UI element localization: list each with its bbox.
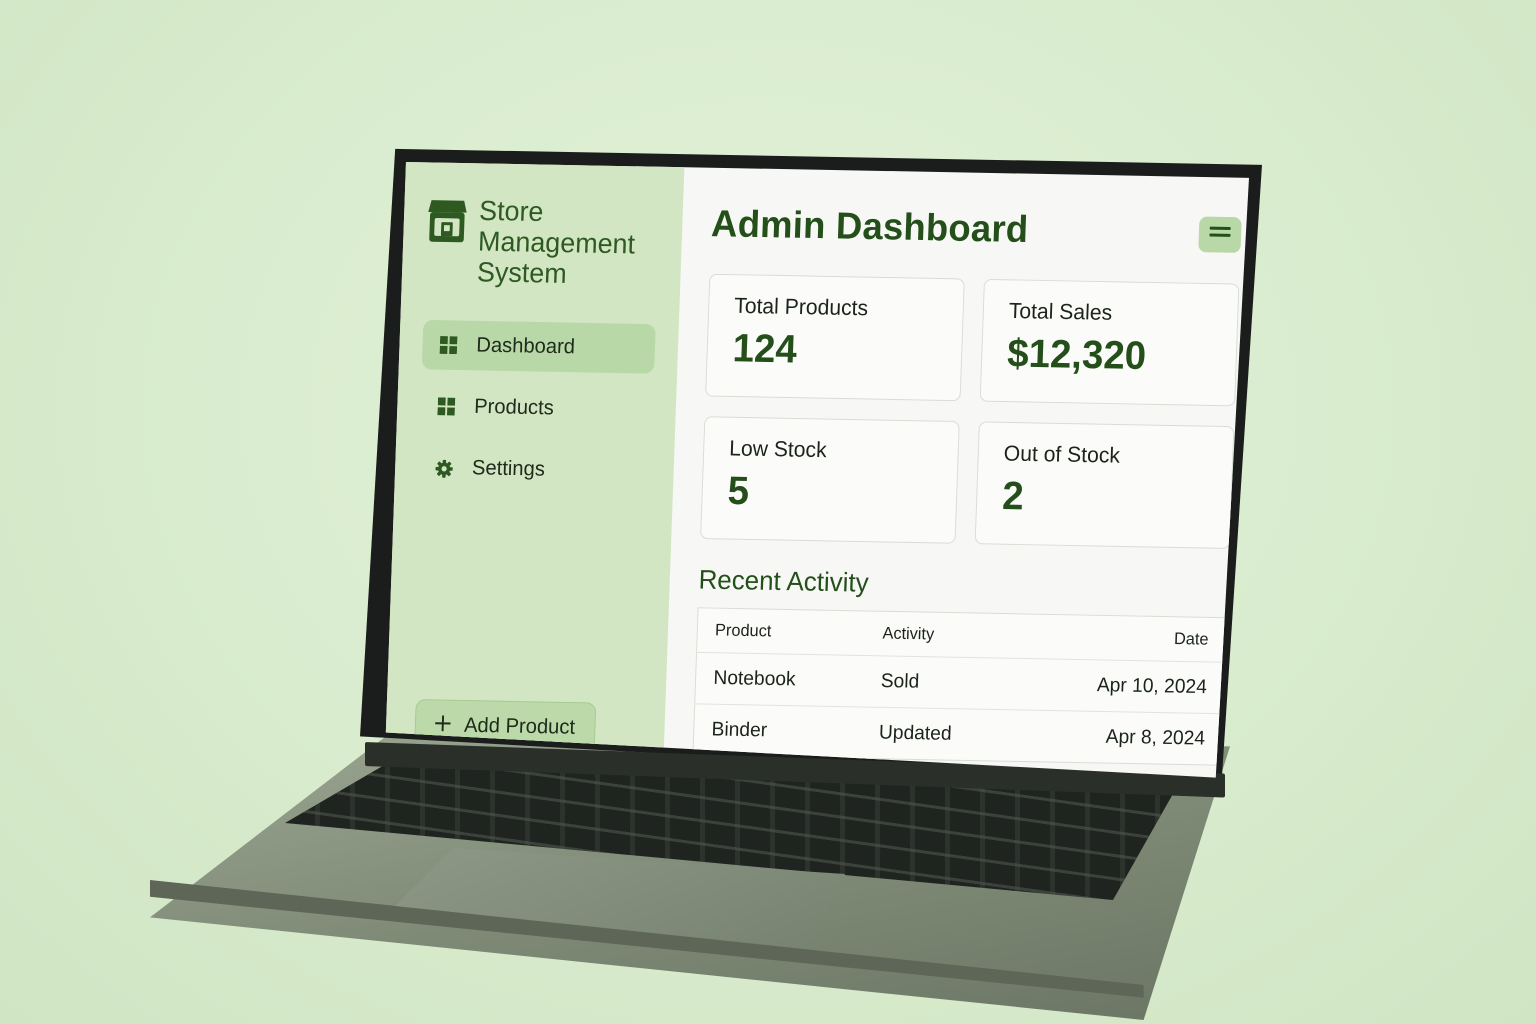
cell-activity: Sold <box>862 655 1018 710</box>
cell-date: Apr 8, 2024 <box>1014 709 1224 766</box>
header: Admin Dashboard <box>710 203 1242 256</box>
hamburger-icon <box>1209 224 1231 245</box>
stat-value: 2 <box>1001 474 1025 519</box>
column-header-activity: Activity <box>882 623 935 644</box>
cell-activity: Updated <box>860 707 1017 762</box>
stats-grid: Total Products 124 Total Sales $12,320 L… <box>700 273 1240 549</box>
sidebar: Store Management System Dashboard Produc… <box>384 162 685 778</box>
menu-button[interactable] <box>1198 216 1242 253</box>
page-title: Admin Dashboard <box>710 203 1029 251</box>
stat-card-low-stock: Low Stock 5 <box>700 416 960 544</box>
stat-label: Low Stock <box>728 435 828 463</box>
cell-product: Notebook <box>694 652 865 708</box>
grid-icon <box>439 336 458 355</box>
sidebar-item-products[interactable]: Products <box>420 381 654 435</box>
sidebar-nav: Dashboard Products Settings <box>417 319 656 497</box>
sidebar-item-dashboard[interactable]: Dashboard <box>421 319 656 374</box>
stat-label: Total Products <box>733 292 869 321</box>
storefront-icon <box>426 198 468 244</box>
cell-date: Apr 10, 2024 <box>1016 658 1226 714</box>
app-window: Store Management System Dashboard Produc… <box>384 162 1250 778</box>
laptop-screen: Store Management System Dashboard Produc… <box>378 159 1250 778</box>
stat-card-total-products: Total Products 124 <box>705 273 965 402</box>
recent-activity-title: Recent Activity <box>698 564 870 598</box>
add-product-label: Add Product <box>463 713 576 739</box>
stat-card-total-sales: Total Sales $12,320 <box>979 278 1240 407</box>
plus-icon <box>435 713 451 737</box>
column-header-date: Date <box>1173 629 1209 649</box>
sidebar-item-settings[interactable]: Settings <box>417 443 651 497</box>
grid-icon <box>437 397 456 416</box>
stat-value: 5 <box>726 469 750 514</box>
stat-label: Out of Stock <box>1003 440 1121 468</box>
sidebar-item-label: Dashboard <box>475 333 576 359</box>
cell-product: Binder <box>692 703 863 759</box>
recent-activity-table: Product Activity Date Notebook Sold Apr … <box>692 607 1228 766</box>
sidebar-item-label: Settings <box>471 456 546 481</box>
brand: Store Management System <box>425 194 661 290</box>
sidebar-item-label: Products <box>473 395 555 420</box>
stat-value: 124 <box>731 326 798 372</box>
gear-icon <box>435 459 453 478</box>
stat-value: $12,320 <box>1006 331 1147 378</box>
main-content: Admin Dashboard Total Products 124 Total… <box>663 167 1249 777</box>
stat-label: Total Sales <box>1008 298 1113 325</box>
stat-card-out-of-stock: Out of Stock 2 <box>974 421 1235 549</box>
column-header-product: Product <box>714 620 772 641</box>
brand-title: Store Management System <box>476 195 636 289</box>
